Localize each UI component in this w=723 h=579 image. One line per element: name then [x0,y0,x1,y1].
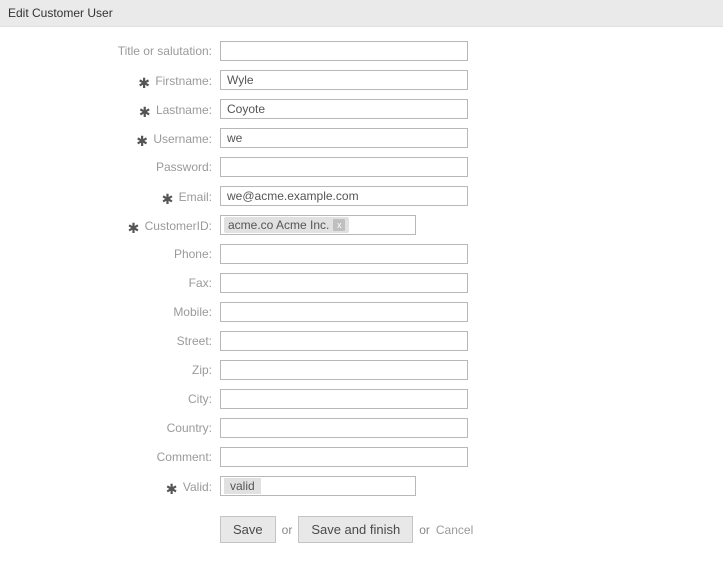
label-valid: ✱ Valid: [0,478,220,495]
label-firstname: ✱ Firstname: [0,72,220,89]
row-phone: Phone: [0,244,723,264]
label-customerid: ✱ CustomerID: [0,217,220,234]
row-city: City: [0,389,723,409]
label-username: ✱ Username: [0,130,220,147]
valid-select[interactable]: valid [220,476,416,496]
label-city: City: [0,392,220,406]
country-input[interactable] [220,418,468,438]
separator-text: or [282,523,293,537]
email-input[interactable] [220,186,468,206]
row-fax: Fax: [0,273,723,293]
fax-input[interactable] [220,273,468,293]
row-street: Street: [0,331,723,351]
save-and-finish-button[interactable]: Save and finish [298,516,413,543]
city-input[interactable] [220,389,468,409]
required-icon: ✱ [166,481,178,497]
row-zip: Zip: [0,360,723,380]
title-input[interactable] [220,41,468,61]
page-title: Edit Customer User [8,6,113,20]
row-firstname: ✱ Firstname: [0,70,723,90]
row-valid: ✱ Valid: valid [0,476,723,496]
required-icon: ✱ [128,220,140,236]
row-username: ✱ Username: [0,128,723,148]
save-button[interactable]: Save [220,516,276,543]
label-title: Title or salutation: [0,44,220,58]
zip-input[interactable] [220,360,468,380]
password-input[interactable] [220,157,468,177]
comment-input[interactable] [220,447,468,467]
customerid-select[interactable]: acme.co Acme Inc. x [220,215,416,235]
row-mobile: Mobile: [0,302,723,322]
label-password: Password: [0,160,220,174]
customerid-token: acme.co Acme Inc. x [224,217,349,233]
row-country: Country: [0,418,723,438]
required-icon: ✱ [139,104,151,120]
label-street: Street: [0,334,220,348]
label-comment: Comment: [0,450,220,464]
required-icon: ✱ [162,191,174,207]
username-input[interactable] [220,128,468,148]
row-customerid: ✱ CustomerID: acme.co Acme Inc. x [0,215,723,235]
valid-value: valid [224,478,261,494]
row-email: ✱ Email: [0,186,723,206]
row-password: Password: [0,157,723,177]
label-lastname: ✱ Lastname: [0,101,220,118]
separator-text: or [419,523,430,537]
page-header: Edit Customer User [0,0,723,27]
required-icon: ✱ [136,133,148,149]
row-comment: Comment: [0,447,723,467]
edit-form: Title or salutation: ✱ Firstname: ✱ Last… [0,27,723,543]
label-country: Country: [0,421,220,435]
cancel-link[interactable]: Cancel [436,523,473,537]
mobile-input[interactable] [220,302,468,322]
label-email: ✱ Email: [0,188,220,205]
label-phone: Phone: [0,247,220,261]
street-input[interactable] [220,331,468,351]
firstname-input[interactable] [220,70,468,90]
label-zip: Zip: [0,363,220,377]
phone-input[interactable] [220,244,468,264]
label-mobile: Mobile: [0,305,220,319]
required-icon: ✱ [138,75,150,91]
row-lastname: ✱ Lastname: [0,99,723,119]
lastname-input[interactable] [220,99,468,119]
label-fax: Fax: [0,276,220,290]
action-row: Save or Save and finish or Cancel [0,516,723,543]
row-title: Title or salutation: [0,41,723,61]
remove-token-icon[interactable]: x [333,219,345,231]
